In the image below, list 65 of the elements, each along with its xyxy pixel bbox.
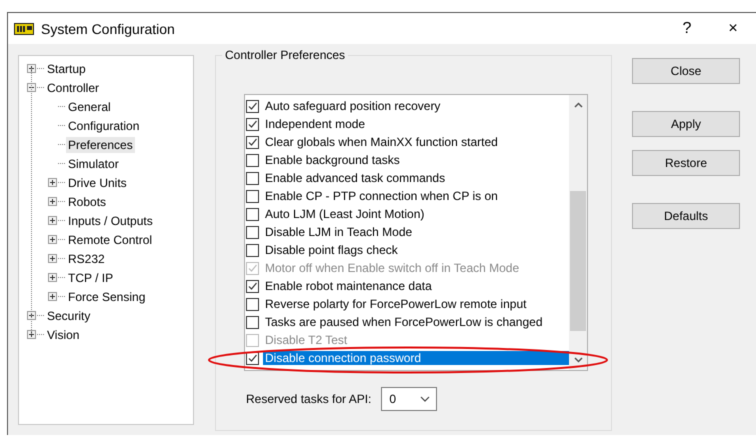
tree-item[interactable]: Controller: [45, 80, 102, 96]
checkbox[interactable]: [246, 280, 259, 292]
option-label[interactable]: Disable connection password: [263, 351, 569, 365]
tree-item[interactable]: Security: [45, 308, 92, 324]
option-label[interactable]: Enable CP - PTP connection when CP is on: [263, 189, 500, 203]
expand-icon[interactable]: [48, 178, 57, 187]
checkbox[interactable]: [246, 190, 259, 202]
tree-item[interactable]: Simulator: [66, 156, 121, 172]
field-label: Reserved tasks for API:: [246, 392, 372, 406]
expand-icon[interactable]: [48, 216, 57, 225]
expand-icon[interactable]: [27, 64, 36, 73]
tree-item[interactable]: Force Sensing: [66, 288, 148, 304]
checkbox[interactable]: [246, 298, 259, 310]
option-label[interactable]: Disable point flags check: [263, 243, 400, 257]
dialog-button[interactable]: Defaults: [632, 203, 740, 229]
group-title: Controller Preferences: [222, 48, 348, 62]
option-label[interactable]: Independent mode: [263, 117, 368, 131]
caret-icon: [420, 396, 430, 402]
tree-item[interactable]: Preferences: [66, 136, 135, 152]
scrollbar[interactable]: [569, 95, 587, 370]
dialog-button[interactable]: Restore: [632, 150, 740, 176]
tree-item[interactable]: Drive Units: [66, 174, 129, 190]
controller-icon: [14, 22, 34, 34]
tree-item[interactable]: General: [66, 98, 113, 114]
checkbox[interactable]: [246, 226, 259, 238]
help-button[interactable]: ?: [664, 20, 710, 38]
checkbox[interactable]: [246, 136, 259, 148]
option-label[interactable]: Enable advanced task commands: [263, 171, 448, 185]
option-label[interactable]: Tasks are paused when ForcePowerLow is changed: [263, 315, 544, 329]
option-label[interactable]: Clear globals when MainXX function started: [263, 135, 500, 149]
expand-icon[interactable]: [48, 235, 57, 244]
dialog-button[interactable]: Close: [632, 58, 740, 84]
checkbox[interactable]: [246, 100, 259, 112]
checkbox[interactable]: [246, 118, 259, 130]
close-button[interactable]: ×: [710, 20, 756, 38]
checkbox[interactable]: [246, 316, 259, 328]
checkbox[interactable]: [246, 244, 259, 256]
tree-item[interactable]: RS232: [66, 250, 107, 266]
expand-icon[interactable]: [48, 254, 57, 263]
tree-item[interactable]: TCP / IP: [66, 270, 116, 286]
tree-item[interactable]: Startup: [45, 60, 88, 76]
expand-icon[interactable]: [27, 330, 36, 339]
collapse-icon[interactable]: [27, 83, 36, 92]
option-label[interactable]: Reverse polarty for ForcePowerLow remote input: [263, 297, 528, 311]
expand-icon[interactable]: [48, 197, 57, 206]
option-label[interactable]: Enable robot maintenance data: [263, 279, 434, 293]
tree-item[interactable]: Robots: [66, 194, 108, 210]
checkbox[interactable]: [246, 154, 259, 166]
expand-icon[interactable]: [48, 273, 57, 282]
tree-item[interactable]: Remote Control: [66, 232, 154, 248]
dropdown[interactable]: 0: [381, 387, 438, 411]
option-label[interactable]: Disable LJM in Teach Mode: [263, 225, 414, 239]
tree-item[interactable]: Configuration: [66, 118, 142, 134]
scrollbar-thumb[interactable]: [570, 191, 586, 331]
option-label[interactable]: Auto safeguard position recovery: [263, 99, 442, 113]
option-label[interactable]: Enable background tasks: [263, 153, 402, 167]
option-label[interactable]: Auto LJM (Least Joint Motion): [263, 207, 426, 221]
checkbox[interactable]: [246, 208, 259, 220]
expand-icon[interactable]: [48, 292, 57, 301]
tree-item[interactable]: Inputs / Outputs: [66, 212, 155, 228]
tree-item[interactable]: Vision: [45, 326, 82, 342]
window-title: System Configuration: [41, 20, 176, 36]
expand-icon[interactable]: [27, 311, 36, 320]
dialog-button[interactable]: Apply: [632, 111, 740, 137]
checkbox[interactable]: [246, 172, 259, 184]
